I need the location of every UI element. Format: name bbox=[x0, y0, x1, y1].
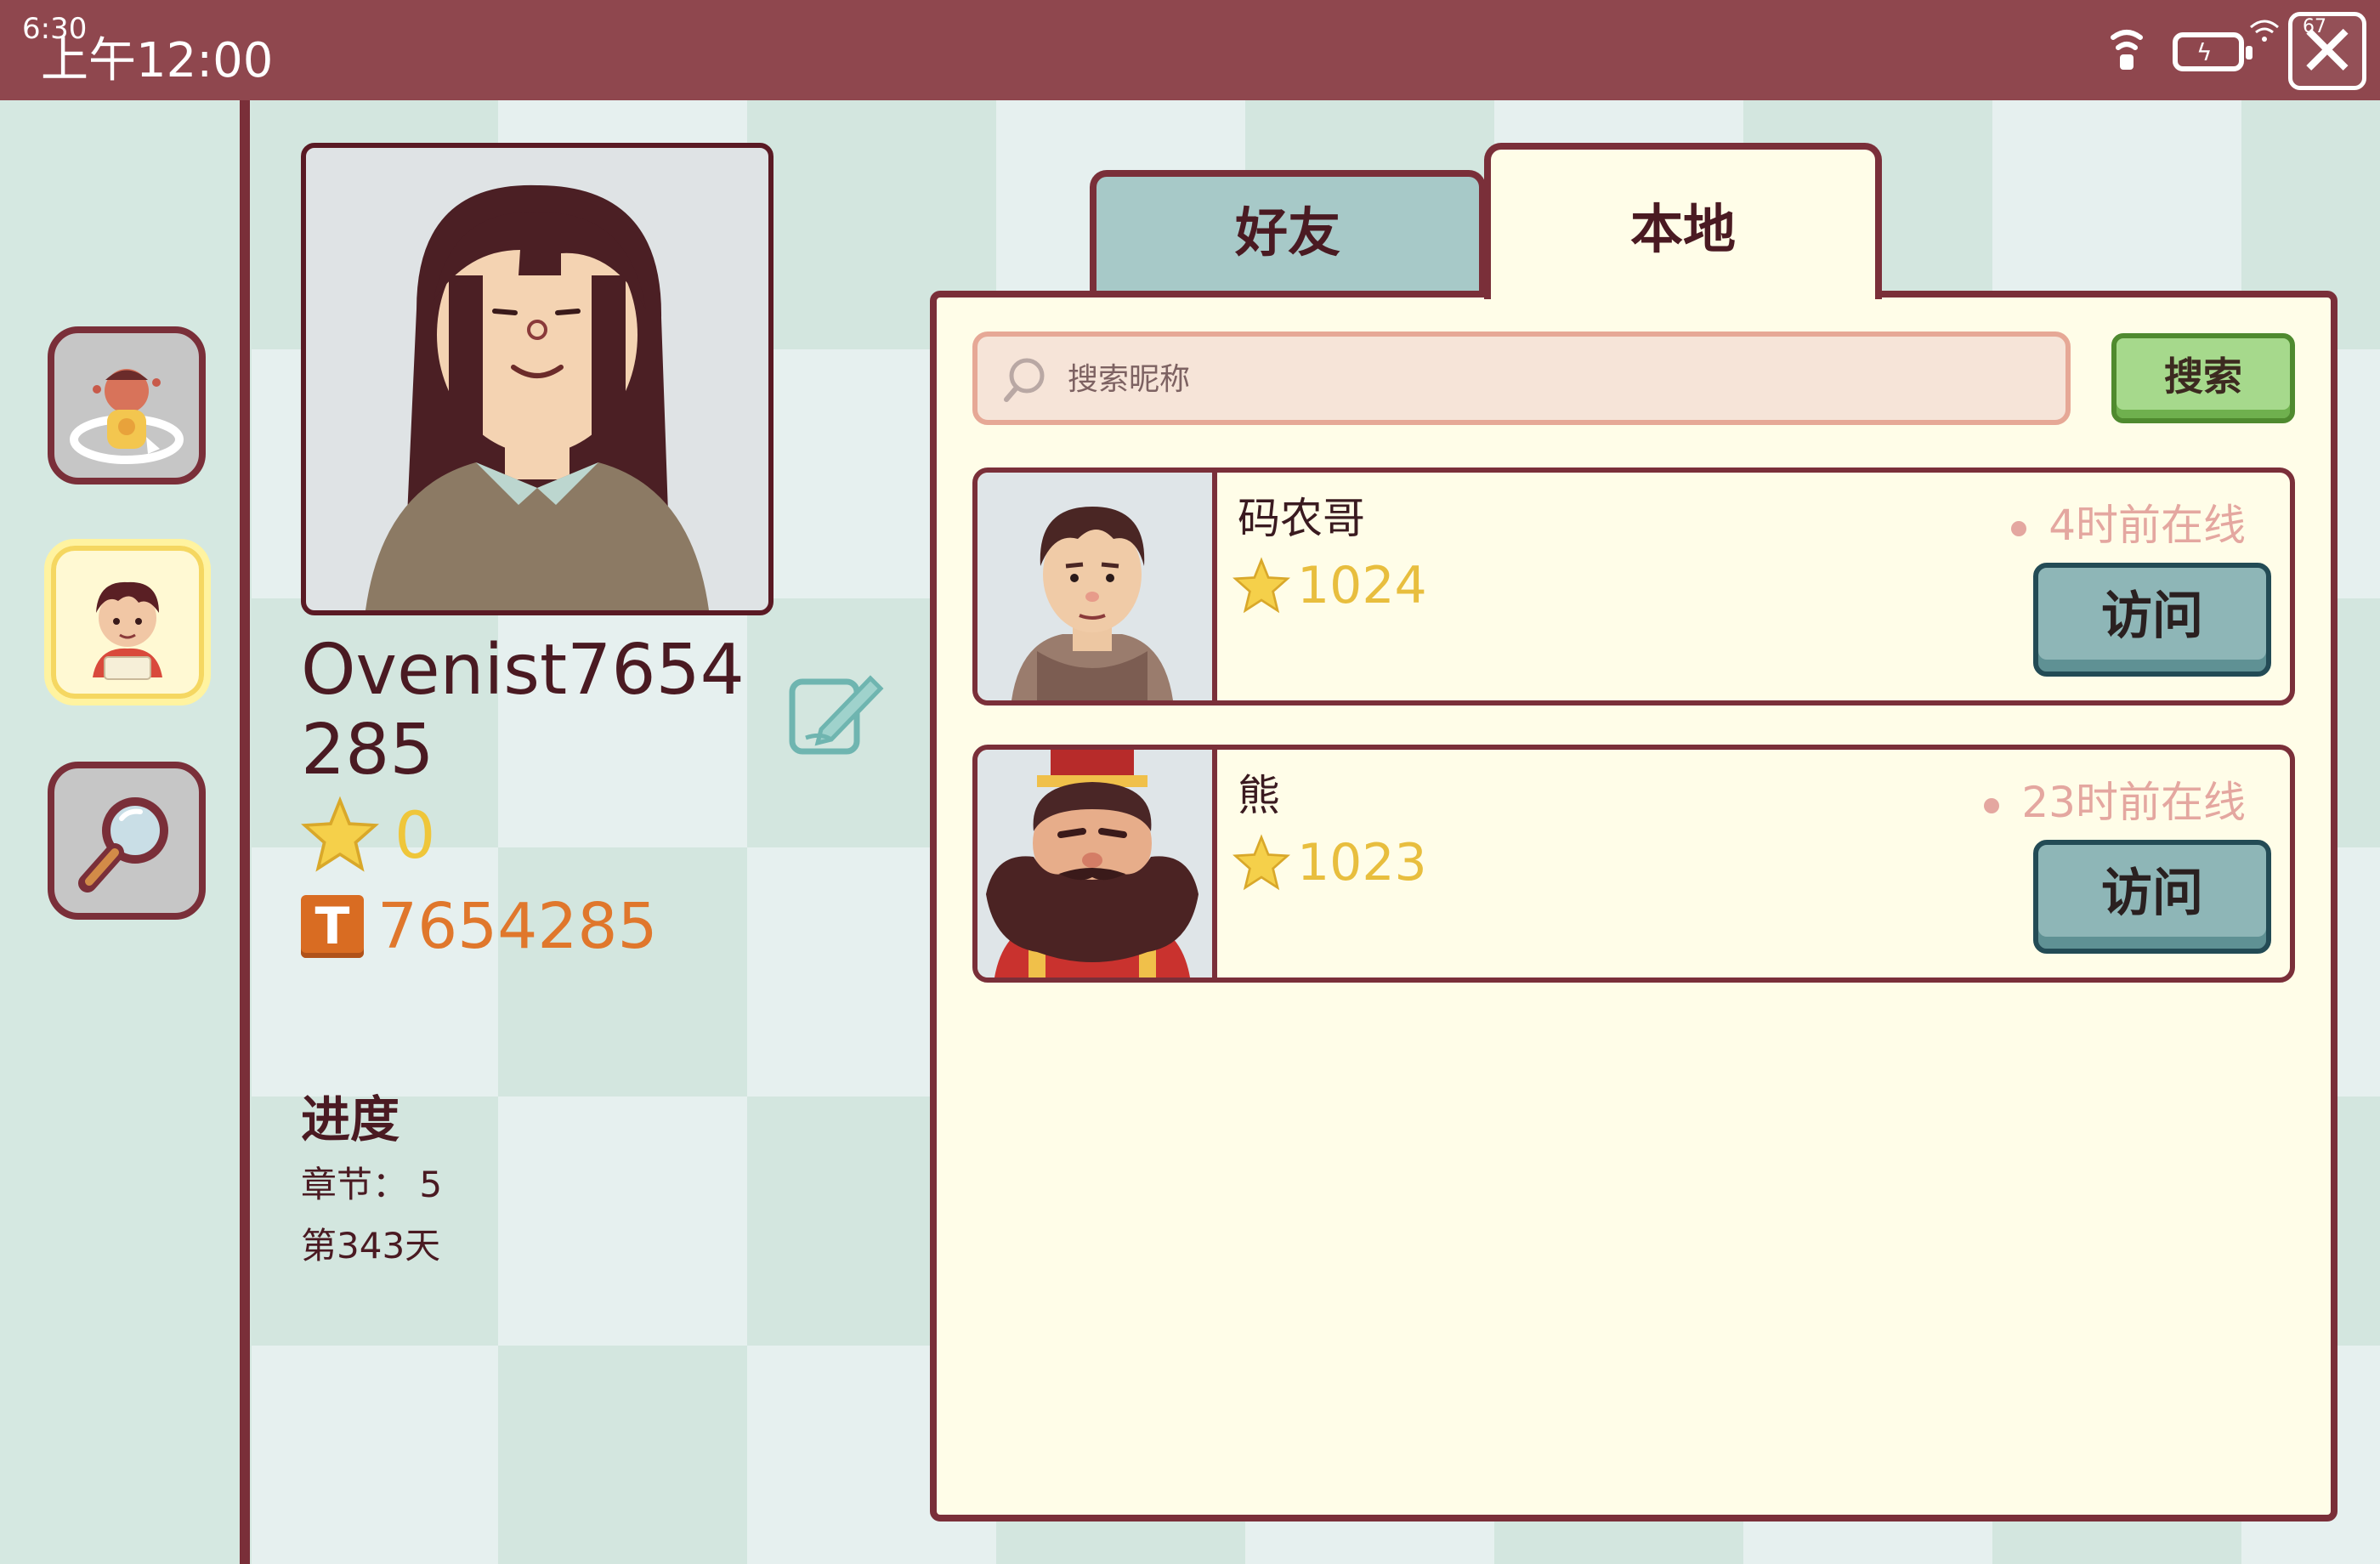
progress-heading: 进度 bbox=[301, 1091, 400, 1148]
friend-name: 码农哥 bbox=[1238, 494, 1365, 543]
tab-local[interactable]: 本地 bbox=[1484, 143, 1882, 299]
star-icon bbox=[1232, 557, 1290, 614]
friend-score-value: 1023 bbox=[1297, 833, 1427, 892]
search-field[interactable] bbox=[972, 332, 2071, 425]
tab-friends[interactable]: 好友 bbox=[1090, 170, 1486, 299]
player-coins: T 7654285 bbox=[301, 884, 658, 969]
chef-rotate-icon bbox=[70, 369, 184, 464]
status-bar: 6:30 上午12:00 ϟ 67 ✕ bbox=[0, 0, 2380, 100]
search-icon bbox=[1004, 358, 1045, 402]
friend-name: 熊 bbox=[1238, 771, 1280, 820]
player-avatar[interactable] bbox=[301, 143, 774, 615]
sidebar-divider bbox=[240, 100, 250, 1564]
friend-avatar bbox=[978, 750, 1217, 978]
friend-online-text: 4时前在线 bbox=[2048, 501, 2246, 550]
progress-chapter: 章节： 5 bbox=[301, 1164, 443, 1205]
sidebar-item-cook[interactable] bbox=[48, 326, 206, 484]
girl-avatar-illustration bbox=[366, 184, 709, 610]
wifi-icon bbox=[2250, 20, 2279, 42]
progress-day: 第343天 bbox=[301, 1225, 441, 1266]
online-dot-icon bbox=[2011, 520, 2027, 536]
friend-online-status: 23时前在线 bbox=[1984, 768, 2246, 830]
friend-online-text: 23时前在线 bbox=[2021, 778, 2246, 827]
star-icon bbox=[301, 796, 379, 872]
coin-icon-letter: T bbox=[314, 897, 350, 956]
friend-score-value: 1024 bbox=[1297, 556, 1427, 615]
status-time: 上午12:00 bbox=[41, 33, 274, 88]
sidebar-item-profile[interactable] bbox=[44, 539, 211, 706]
search-input[interactable] bbox=[1066, 337, 2055, 422]
coin-icon: T bbox=[301, 895, 364, 958]
online-dot-icon bbox=[1984, 797, 2000, 813]
bearded-man-avatar-illustration bbox=[986, 750, 1198, 978]
close-button[interactable]: 67 ✕ bbox=[2288, 12, 2366, 90]
player-coins-value: 7654285 bbox=[377, 890, 658, 963]
friend-card: 码农哥 1024 4时前在线 访问 bbox=[972, 468, 2295, 706]
visit-button[interactable]: 访问 bbox=[2033, 563, 2271, 677]
signal-icon bbox=[2111, 30, 2143, 70]
friend-card: 熊 1023 23时前在线 访问 bbox=[972, 745, 2295, 983]
search-button[interactable]: 搜索 bbox=[2111, 333, 2295, 423]
friend-online-status: 4时前在线 bbox=[2011, 491, 2246, 552]
player-stars-value: 0 bbox=[394, 796, 436, 873]
friend-score: 1023 bbox=[1232, 830, 1427, 896]
star-icon bbox=[1232, 834, 1290, 891]
player-username: Ovenist7654285 bbox=[301, 630, 745, 790]
man-avatar-illustration bbox=[1012, 507, 1173, 700]
edit-name-icon[interactable] bbox=[787, 663, 884, 760]
battery-icon: ϟ bbox=[2173, 32, 2252, 71]
friend-score: 1024 bbox=[1232, 552, 1427, 619]
boy-profile-icon bbox=[93, 581, 162, 680]
visit-button[interactable]: 访问 bbox=[2033, 840, 2271, 954]
battery-level-text: 67 bbox=[2303, 16, 2326, 37]
magnifier-icon bbox=[78, 797, 168, 892]
player-stars: 0 bbox=[301, 792, 435, 877]
friend-avatar bbox=[978, 473, 1217, 700]
sidebar-item-search[interactable] bbox=[48, 762, 206, 920]
